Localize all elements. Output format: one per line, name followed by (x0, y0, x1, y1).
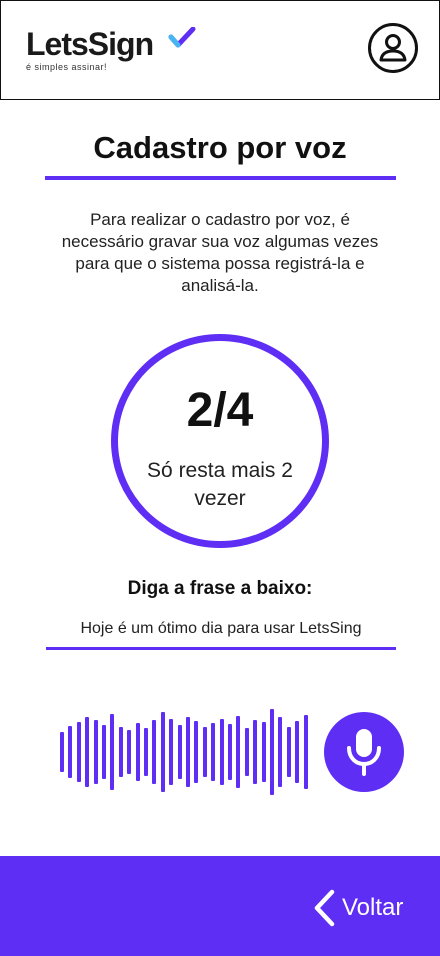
intro-text: Para realizar o cadastro por voz, é nece… (61, 210, 379, 295)
waveform-bar (135, 723, 140, 781)
waveform-bar (68, 726, 73, 778)
waveform-bar (219, 719, 224, 785)
waveform-bar (110, 714, 115, 790)
waveform-bar (118, 727, 123, 777)
waveform-bar (152, 720, 157, 784)
record-button[interactable] (324, 712, 404, 792)
remaining-text: Só resta mais 2 vezer (147, 459, 293, 510)
phrase-underline (46, 647, 396, 650)
waveform-bar (211, 723, 216, 781)
waveform-bar (303, 715, 308, 789)
waveform-bar (253, 720, 258, 784)
progress-count: 2/4 (186, 384, 254, 437)
waveform-bar (286, 727, 291, 777)
profile-button[interactable] (368, 23, 418, 73)
waveform-bar (102, 725, 106, 779)
waveform-bar (186, 717, 190, 787)
footer-bar: Voltar (0, 856, 440, 956)
logo-check-icon (168, 27, 196, 48)
waveform-bar (202, 727, 207, 777)
letssign-logo: LetsSign é simples assinar! (26, 26, 196, 72)
waveform-bar (278, 717, 283, 787)
waveform-bar (60, 732, 64, 772)
recording-progress-ring: 2/4 Só resta mais 2 vezer (111, 334, 329, 548)
logo-tagline: é simples assinar! (26, 62, 108, 72)
user-circle-icon (379, 34, 407, 62)
title-underline (45, 176, 396, 180)
app-header: LetsSign é simples assinar! (0, 0, 440, 100)
microphone-icon (347, 729, 381, 776)
waveform-bar (194, 721, 199, 783)
waveform-bar (160, 712, 165, 792)
prompt-label: Diga a frase a baixo: (127, 578, 313, 599)
page-title: Cadastro por voz (93, 130, 347, 165)
waveform-bar (127, 730, 132, 774)
waveform-bar (144, 728, 148, 776)
back-button[interactable]: Voltar (312, 888, 403, 928)
waveform-bar (261, 722, 266, 782)
waveform-bar (85, 717, 90, 787)
phrase-text: Hoje é um ótimo dia para usar LetsSing (80, 620, 362, 637)
waveform-bar (270, 709, 274, 795)
waveform-bar (76, 722, 81, 782)
waveform-bar (236, 716, 241, 788)
waveform-bar (244, 728, 249, 776)
waveform-bar (169, 719, 174, 785)
waveform-bar (228, 724, 232, 780)
back-label: Voltar (342, 894, 404, 921)
waveform-bar (295, 721, 300, 783)
waveform-bar (177, 725, 182, 779)
audio-waveform-icon (60, 709, 312, 795)
waveform-bar (93, 720, 98, 784)
logo-wordmark: LetsSign (26, 26, 154, 62)
chevron-left-icon (314, 889, 335, 927)
